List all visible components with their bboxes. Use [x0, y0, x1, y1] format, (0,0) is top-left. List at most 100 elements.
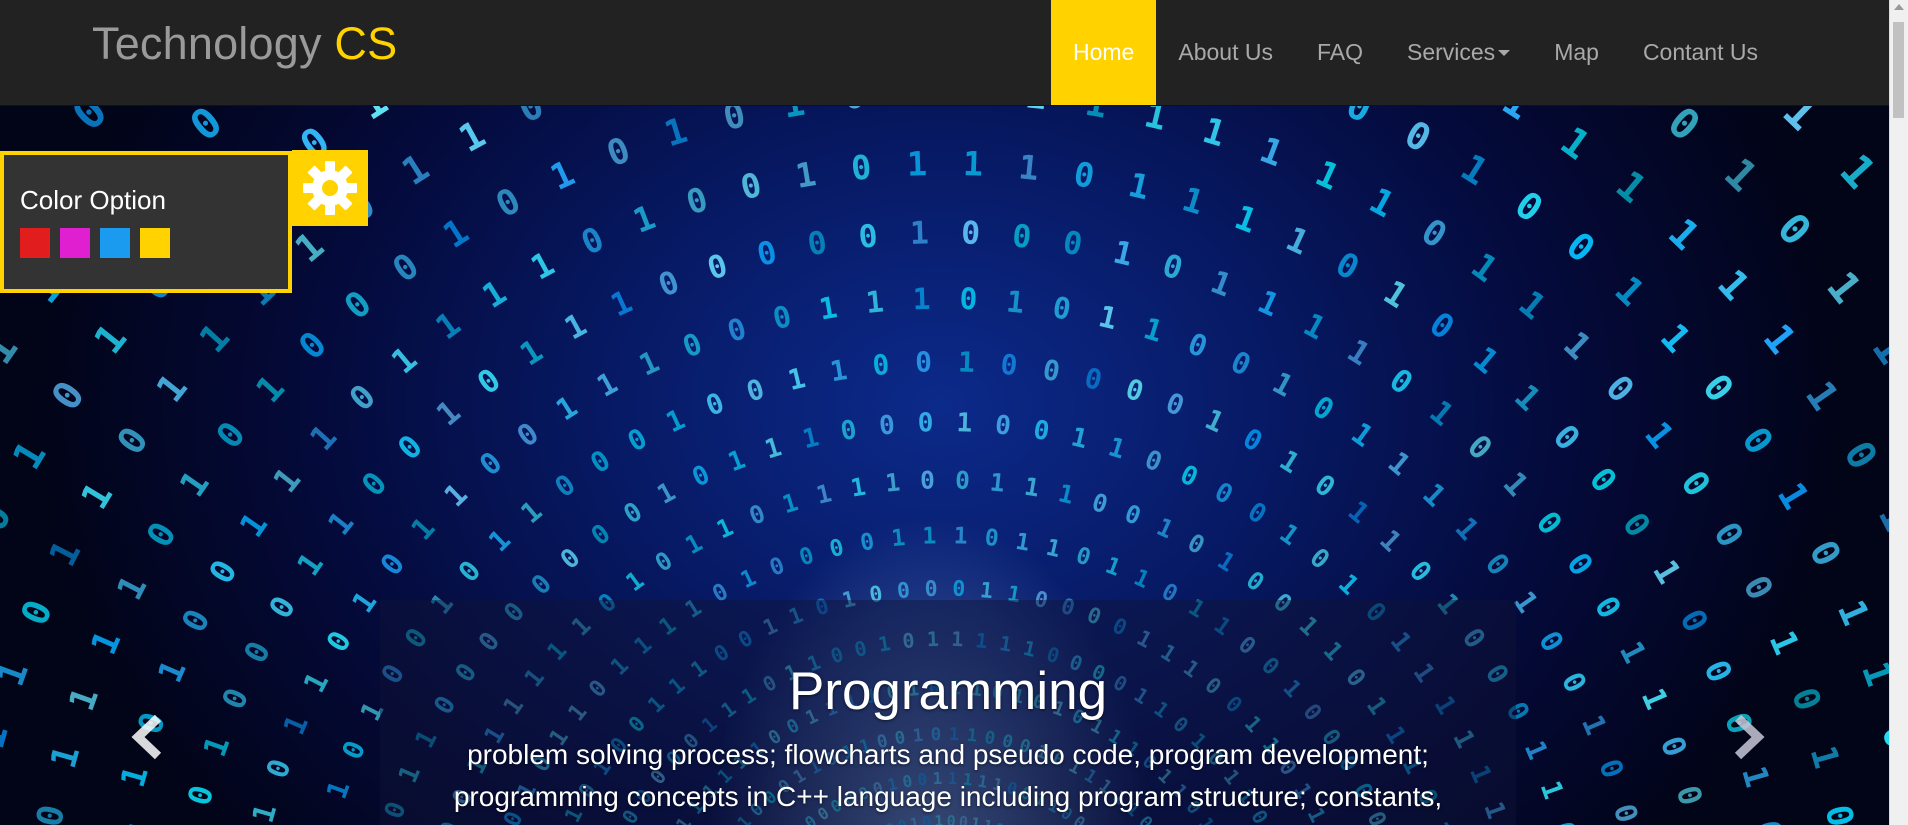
slide-text-line-1: problem solving process; flowcharts and … — [467, 739, 1429, 770]
binary-digit: 1 — [909, 215, 929, 252]
binary-digit: 1 — [1416, 477, 1452, 514]
binary-digit: 1 — [591, 365, 623, 403]
binary-digit: 0 — [337, 283, 380, 328]
binary-digit: 1 — [232, 505, 275, 544]
binary-digit: 0 — [1242, 497, 1271, 531]
nav-about-us[interactable]: About Us — [1156, 0, 1295, 105]
binary-digit: 1 — [1178, 179, 1209, 222]
color-option-panel: Color Option — [0, 151, 292, 293]
binary-digit: 1 — [1496, 465, 1535, 503]
binary-digit: 1 — [1645, 553, 1689, 590]
color-swatch-yellow[interactable] — [140, 228, 170, 258]
binary-digit: 0 — [1597, 368, 1642, 411]
scrollbar-thumb[interactable] — [1893, 22, 1904, 118]
binary-digit: 1 — [634, 344, 664, 382]
binary-digit: 1 — [1274, 519, 1304, 553]
color-swatch-magenta[interactable] — [60, 228, 90, 258]
binary-digit: 1 — [265, 460, 308, 500]
binary-digit: 0 — [1507, 182, 1551, 231]
binary-digit: 0 — [961, 215, 981, 252]
binary-digit: 1 — [1612, 636, 1653, 669]
binary-digit: 0 — [473, 445, 508, 482]
binary-digit: 0 — [374, 547, 412, 582]
binary-digit: 1 — [1422, 394, 1460, 434]
binary-digit: 1 — [620, 565, 649, 597]
binary-digit: 1 — [61, 682, 107, 716]
color-option-title: Color Option — [20, 185, 166, 215]
binary-digit: 0 — [1011, 218, 1033, 256]
binary-digit: 0 — [719, 106, 749, 139]
carousel-prev-button[interactable] — [128, 712, 168, 767]
nav-services[interactable]: Services — [1385, 0, 1532, 105]
slide-text-line-2: programming concepts in C++ language inc… — [453, 781, 1443, 812]
binary-digit: 0 — [182, 782, 222, 810]
binary-digit: 0 — [703, 248, 732, 288]
binary-digit: 1 — [1345, 416, 1379, 454]
binary-digit: 0 — [838, 415, 858, 447]
page-scrollbar[interactable] — [1889, 0, 1908, 825]
binary-digit: 1 — [559, 307, 593, 348]
binary-digit: 0 — [555, 543, 586, 576]
binary-digit: 1 — [964, 106, 987, 113]
binary-digit: 1 — [922, 523, 937, 549]
binary-digit: 1 — [779, 487, 802, 519]
binary-digit: 1 — [297, 667, 335, 698]
binary-digit: 1 — [0, 720, 17, 754]
binary-digit: 0 — [858, 529, 876, 557]
binary-digit: 0 — [805, 225, 830, 264]
binary-digit: 0 — [174, 603, 218, 639]
binary-digit: 1 — [890, 525, 906, 552]
binary-digit: 1 — [1110, 234, 1137, 273]
binary-digit: 0 — [917, 408, 934, 439]
binary-digit: 0 — [1801, 533, 1850, 573]
binary-digit: 0 — [678, 326, 707, 364]
nav-contact-us[interactable]: Contant Us — [1621, 0, 1780, 105]
binary-digit: 0 — [952, 577, 966, 602]
binary-digit: 0 — [584, 443, 616, 480]
binary-digit: 0 — [924, 577, 938, 602]
binary-digit: 1 — [482, 523, 517, 558]
binary-digit: 0 — [1304, 543, 1335, 576]
binary-digit: 1 — [1606, 267, 1653, 314]
binary-digit: 0 — [489, 180, 527, 226]
binary-digit: 0 — [601, 129, 635, 175]
binary-digit: 0 — [745, 498, 769, 530]
binary-digit: 0 — [723, 311, 750, 349]
brand-logo[interactable]: Technology CS — [92, 18, 397, 70]
binary-digit: 1 — [1274, 443, 1306, 480]
binary-digit: 0 — [920, 465, 936, 494]
carousel-next-button[interactable] — [1728, 712, 1768, 767]
nav-faq[interactable]: FAQ — [1295, 0, 1385, 105]
binary-digit: 1 — [1023, 106, 1048, 118]
color-swatch-blue[interactable] — [100, 228, 130, 258]
binary-digit: 1 — [912, 282, 931, 317]
binary-digit: 1 — [72, 475, 121, 517]
color-swatch-red[interactable] — [20, 228, 50, 258]
binary-digit: 0 — [385, 245, 426, 291]
binary-digit: 0 — [654, 264, 685, 304]
binary-digit: 1 — [953, 523, 968, 549]
binary-digit: 0 — [770, 299, 795, 336]
binary-digit: 1 — [989, 467, 1007, 497]
binary-digit: 0 — [139, 515, 185, 554]
binary-digit: 0 — [1735, 569, 1781, 607]
binary-digit: 1 — [172, 464, 218, 505]
binary-digit: 1 — [712, 512, 738, 545]
binary-digit: 0 — [1653, 732, 1693, 762]
binary-digit: 0 — [216, 683, 257, 715]
binary-digit: 1 — [1014, 529, 1032, 557]
binary-digit: 0 — [335, 736, 372, 764]
binary-digit: 1 — [100, 817, 142, 825]
nav-home[interactable]: Home — [1051, 0, 1157, 105]
binary-digit: 0 — [1592, 755, 1630, 783]
binary-digit: 1 — [1830, 145, 1886, 199]
scroll-up-arrow-icon[interactable] — [1894, 4, 1904, 10]
binary-digit: 1 — [1022, 472, 1041, 503]
binary-digit: 0 — [701, 386, 728, 423]
binary-digit: 0 — [796, 543, 817, 572]
nav-map[interactable]: Map — [1532, 0, 1621, 105]
carousel-caption: Programming problem solving process; flo… — [380, 600, 1516, 825]
binary-digit: 1 — [1466, 339, 1506, 382]
binary-digit: 1 — [1534, 776, 1571, 803]
color-option-toggle-button[interactable] — [292, 150, 368, 226]
